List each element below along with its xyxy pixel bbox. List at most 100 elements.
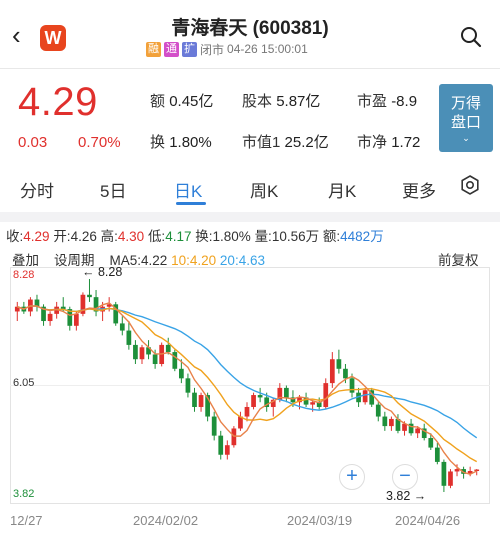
period-tabs: 分时 5日 日K 周K 月K 更多 xyxy=(0,168,500,206)
overlay-button[interactable]: 叠加 xyxy=(12,253,39,268)
candle xyxy=(238,411,243,431)
tab-daily-k[interactable]: 日K xyxy=(174,177,202,202)
ma20-key: 20: xyxy=(219,253,239,268)
order-book-label-2: 盘口 xyxy=(450,114,481,131)
candle xyxy=(389,416,394,431)
candle-body xyxy=(165,344,171,353)
candle-body xyxy=(172,352,178,369)
y-label-top: 8.28 xyxy=(13,269,35,281)
settings-icon[interactable] xyxy=(460,175,480,195)
candle xyxy=(133,340,138,365)
y-label-bottom: 3.82 xyxy=(13,488,35,500)
zoom-out-icon[interactable]: − xyxy=(392,464,418,490)
candle-body xyxy=(211,416,217,436)
kline-chart[interactable] xyxy=(10,267,490,504)
date-label-apr: 2024/04/26 xyxy=(395,513,461,528)
min-price-annotation: 3.82 → xyxy=(386,489,427,503)
section-separator xyxy=(0,212,500,222)
candle-body xyxy=(152,354,158,365)
candle-body xyxy=(257,395,263,398)
candle-body xyxy=(139,347,145,360)
candle xyxy=(185,373,191,398)
candle xyxy=(113,301,119,326)
candle-body xyxy=(218,435,224,455)
candle-body xyxy=(362,390,368,403)
candle-body xyxy=(47,313,53,322)
expand-tag: 扩 xyxy=(182,41,197,57)
candle-body xyxy=(389,418,394,427)
timestamp: 04-26 15:00:01 xyxy=(227,42,308,56)
tab-5day[interactable]: 5日 xyxy=(100,177,126,202)
candle xyxy=(34,294,40,312)
candle xyxy=(323,378,329,410)
candle xyxy=(224,440,230,460)
candle-body xyxy=(185,378,191,393)
candle xyxy=(211,411,217,441)
candle xyxy=(441,459,447,492)
date-label-mar: 2024/03/19 xyxy=(287,513,353,528)
quote-market-cap: 市值1 25.2亿 xyxy=(242,134,329,151)
price-change: 0.03 xyxy=(18,134,48,151)
ma10-key: 10: xyxy=(171,253,190,268)
candle xyxy=(87,279,92,302)
ma20-value: 4.63 xyxy=(238,253,265,268)
tab-monthly-k[interactable]: 月K xyxy=(328,177,356,202)
divider xyxy=(0,68,500,69)
candle-body xyxy=(87,294,92,298)
candle xyxy=(218,430,224,460)
candle xyxy=(375,402,381,422)
candle xyxy=(14,301,20,322)
candle-body xyxy=(73,313,79,326)
order-book-button[interactable]: 万得 盘口 ⌄ xyxy=(439,84,493,152)
candle xyxy=(382,411,388,431)
date-label-feb: 2024/02/02 xyxy=(133,513,199,528)
zoom-in-icon[interactable]: + xyxy=(339,464,365,490)
candle xyxy=(257,387,263,403)
max-price-annotation: ← 8.28 xyxy=(82,265,123,279)
candle-body xyxy=(448,471,453,486)
tab-more[interactable]: 更多 xyxy=(402,177,436,202)
tab-intraday[interactable]: 分时 xyxy=(20,177,54,202)
adjust-mode-button[interactable]: 前复权 xyxy=(438,249,479,269)
quote-pb: 市净 1.72 xyxy=(357,134,421,151)
date-label-start: 12/27 xyxy=(10,513,43,528)
tab-weekly-k[interactable]: 周K xyxy=(250,177,278,202)
candle-body xyxy=(323,383,329,407)
candle xyxy=(80,292,86,317)
candle-body xyxy=(336,359,342,369)
candle-body xyxy=(179,368,184,379)
status-line: 融 通 扩 闭市 04-26 15:00:01 xyxy=(146,41,308,57)
stock-title: 青海春天 (600381) xyxy=(171,18,329,39)
candle-body xyxy=(375,404,381,417)
candle-body xyxy=(192,392,197,407)
candle xyxy=(119,316,125,336)
candle-body xyxy=(428,438,434,448)
candle-body xyxy=(133,344,138,360)
candle-body xyxy=(126,330,132,345)
candle xyxy=(192,387,197,412)
header: ‹ W 青海春天 (600381) 融 通 扩 闭市 04-26 15:00:0… xyxy=(0,0,500,68)
candle xyxy=(251,392,256,410)
candle-body xyxy=(224,445,230,455)
candle xyxy=(336,349,342,374)
ma5-line xyxy=(17,302,478,475)
price-change-pct: 0.70% xyxy=(78,134,121,151)
candle-body xyxy=(244,406,250,417)
margin-tag: 融 xyxy=(146,41,161,57)
chevron-down-icon: ⌄ xyxy=(462,133,470,143)
candle-body xyxy=(198,395,204,407)
candle-body xyxy=(284,387,289,398)
candle xyxy=(448,469,453,489)
candle-body xyxy=(434,447,440,462)
market-status: 闭市 xyxy=(200,42,225,57)
candle-body xyxy=(454,469,460,472)
last-price: 4.29 xyxy=(18,80,98,124)
candle xyxy=(231,426,237,448)
candle xyxy=(47,311,53,326)
candle-body xyxy=(343,368,348,379)
search-icon[interactable] xyxy=(460,26,482,48)
candle xyxy=(41,304,46,326)
quote-pe: 市盈 -8.9 xyxy=(357,93,418,110)
order-book-label-1: 万得 xyxy=(450,95,481,112)
candle-body xyxy=(349,378,355,393)
